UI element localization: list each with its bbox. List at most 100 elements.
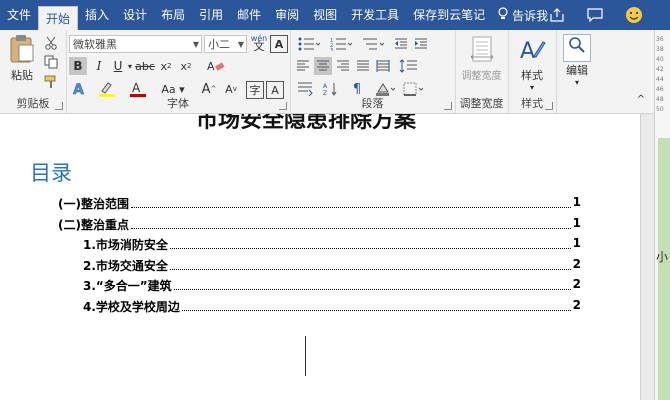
font-name-value: 微软雅黑 bbox=[73, 38, 117, 51]
toc-leader bbox=[130, 216, 571, 229]
adjust-width-button[interactable]: 调整宽度 bbox=[455, 36, 508, 82]
toc-entry-page: 1 bbox=[572, 195, 581, 209]
phonetic-guide-button[interactable]: wén 文 bbox=[249, 33, 269, 53]
toc-entry[interactable]: 2.市场交通安全 2 bbox=[83, 257, 581, 274]
tab-design[interactable]: 设计 bbox=[116, 0, 154, 30]
document-title-cut: 市场安全隐患排除方案 bbox=[195, 114, 416, 133]
adjust-width-label: 调整宽度 bbox=[461, 71, 502, 82]
toc-entry-page: 1 bbox=[572, 216, 581, 230]
italic-icon[interactable]: I bbox=[90, 57, 108, 75]
styles-launcher[interactable] bbox=[545, 102, 553, 110]
toc-leader bbox=[173, 277, 571, 290]
toc-entry-text: 3.“多合一”建筑 bbox=[83, 279, 172, 293]
toc-entry-page: 2 bbox=[572, 257, 581, 271]
toc-entry-text: 2.市场交通安全 bbox=[83, 259, 168, 273]
toc-leader bbox=[130, 195, 571, 208]
tab-save-cloud[interactable]: 保存到云笔记 bbox=[406, 0, 492, 30]
paste-icon bbox=[9, 35, 35, 67]
underline-icon[interactable]: U bbox=[110, 57, 126, 75]
toc-entry-page: 2 bbox=[572, 277, 581, 291]
clipboard-launcher[interactable] bbox=[55, 102, 63, 110]
ribbon-home: 粘贴 剪贴板 微软雅黑 ▼ 小二 ▼ wén 文 A B I U ▾ abc x… bbox=[0, 30, 670, 114]
bullets-icon[interactable] bbox=[294, 35, 324, 53]
superscript-icon[interactable]: x2 bbox=[177, 57, 195, 75]
clipboard-group: 粘贴 剪贴板 bbox=[0, 30, 67, 113]
tab-mailings[interactable]: 邮件 bbox=[230, 0, 268, 30]
paste-button[interactable]: 粘贴 bbox=[5, 34, 39, 83]
tab-insert[interactable]: 插入 bbox=[78, 0, 116, 30]
side-panel[interactable]: 36 38 40 42 44 46 48 50 小 bbox=[654, 30, 670, 400]
svg-text:3: 3 bbox=[330, 48, 333, 51]
align-center-icon[interactable] bbox=[314, 57, 332, 75]
editing-label: 编辑 bbox=[566, 64, 588, 77]
adjust-width-icon bbox=[470, 36, 494, 67]
tab-file[interactable]: 文件 bbox=[0, 0, 38, 30]
font-name-combo[interactable]: 微软雅黑 ▼ bbox=[69, 35, 202, 53]
toc-entry[interactable]: 1.市场消防安全 1 bbox=[83, 236, 581, 253]
copy-icon[interactable] bbox=[42, 54, 60, 70]
collapse-ribbon-icon[interactable]: ^ bbox=[634, 92, 648, 106]
bold-icon[interactable]: B bbox=[69, 57, 87, 75]
toc-leader bbox=[181, 298, 571, 311]
styles-button[interactable]: A 样式 ▾ bbox=[512, 36, 552, 92]
font-size-value: 小二 bbox=[208, 38, 230, 51]
toc-entry-text: (二)整治重点 bbox=[58, 218, 129, 232]
share-icon[interactable] bbox=[542, 0, 572, 30]
tab-developer[interactable]: 开发工具 bbox=[344, 0, 406, 30]
clear-formatting-icon[interactable]: A bbox=[204, 57, 228, 75]
paragraph-launcher[interactable] bbox=[444, 102, 452, 110]
toc-leader bbox=[169, 257, 571, 270]
svg-text:A: A bbox=[520, 39, 535, 64]
chevron-down-icon[interactable]: ▾ bbox=[126, 57, 134, 75]
document-page[interactable]: 市场安全隐患排除方案 目录 (一)整治范围 1 (二)整治重点 1 1.市场消防… bbox=[0, 114, 640, 400]
align-left-icon[interactable] bbox=[294, 57, 312, 75]
toc-entry[interactable]: (一)整治范围 1 bbox=[58, 195, 581, 212]
font-group-label: 字体 bbox=[167, 97, 189, 110]
justify-icon[interactable] bbox=[354, 57, 372, 75]
tab-view[interactable]: 视图 bbox=[306, 0, 344, 30]
vertical-scrollbar[interactable] bbox=[640, 114, 655, 400]
svg-text:A: A bbox=[207, 60, 215, 73]
font-group: 微软雅黑 ▼ 小二 ▼ wén 文 A B I U ▾ abc x2 x2 A … bbox=[66, 30, 291, 113]
numbering-icon[interactable]: 123 bbox=[326, 35, 356, 53]
toc-entry-text: (一)整治范围 bbox=[58, 197, 129, 211]
line-spacing-icon[interactable] bbox=[396, 57, 422, 75]
increase-indent-icon[interactable] bbox=[412, 35, 430, 53]
toc-entry-page: 1 bbox=[572, 236, 581, 250]
toc-entry[interactable]: 4.学校及学校周边 2 bbox=[83, 298, 581, 315]
distributed-icon[interactable] bbox=[374, 57, 392, 75]
paragraph-group-label: 段落 bbox=[361, 97, 384, 110]
ribbon-tab-bar: 文件 开始 插入 设计 布局 引用 邮件 审阅 视图 开发工具 保存到云笔记 告… bbox=[0, 0, 670, 31]
toc-entry[interactable]: (二)整治重点 1 bbox=[58, 216, 581, 233]
editing-button[interactable]: 编辑 ▾ bbox=[558, 34, 596, 87]
smiley-icon[interactable] bbox=[619, 0, 649, 30]
tab-review[interactable]: 审阅 bbox=[268, 0, 306, 30]
ruler-value: 48 bbox=[656, 96, 664, 103]
ruler-value: 46 bbox=[656, 86, 664, 93]
cut-icon[interactable] bbox=[42, 35, 60, 51]
find-icon bbox=[563, 34, 591, 62]
format-painter-icon[interactable] bbox=[42, 74, 60, 90]
ruler-value: 50 bbox=[656, 106, 664, 113]
side-panel-label: 小 bbox=[656, 250, 669, 264]
decrease-indent-icon[interactable] bbox=[392, 35, 410, 53]
comment-icon[interactable] bbox=[580, 0, 610, 30]
toc-entry-text: 1.市场消防安全 bbox=[83, 238, 168, 252]
font-launcher[interactable] bbox=[279, 102, 287, 110]
tab-references[interactable]: 引用 bbox=[192, 0, 230, 30]
styles-label: 样式 bbox=[521, 69, 543, 82]
strikethrough-icon[interactable]: abc bbox=[135, 57, 155, 75]
font-size-combo[interactable]: 小二 ▼ bbox=[204, 35, 247, 53]
multilevel-list-icon[interactable] bbox=[358, 35, 388, 53]
tab-layout[interactable]: 布局 bbox=[154, 0, 192, 30]
adjust-width-group: 调整宽度 调整宽度 bbox=[455, 30, 509, 113]
text-cursor bbox=[305, 336, 306, 376]
character-border-icon[interactable]: A bbox=[270, 35, 288, 53]
toc-heading: 目录 bbox=[30, 161, 72, 185]
ruler-value: 44 bbox=[656, 76, 664, 83]
tab-home[interactable]: 开始 bbox=[38, 5, 79, 31]
toc-entry[interactable]: 3.“多合一”建筑 2 bbox=[83, 277, 581, 294]
align-right-icon[interactable] bbox=[334, 57, 352, 75]
ruler-value: 36 bbox=[656, 36, 664, 43]
subscript-icon[interactable]: x2 bbox=[157, 57, 175, 75]
